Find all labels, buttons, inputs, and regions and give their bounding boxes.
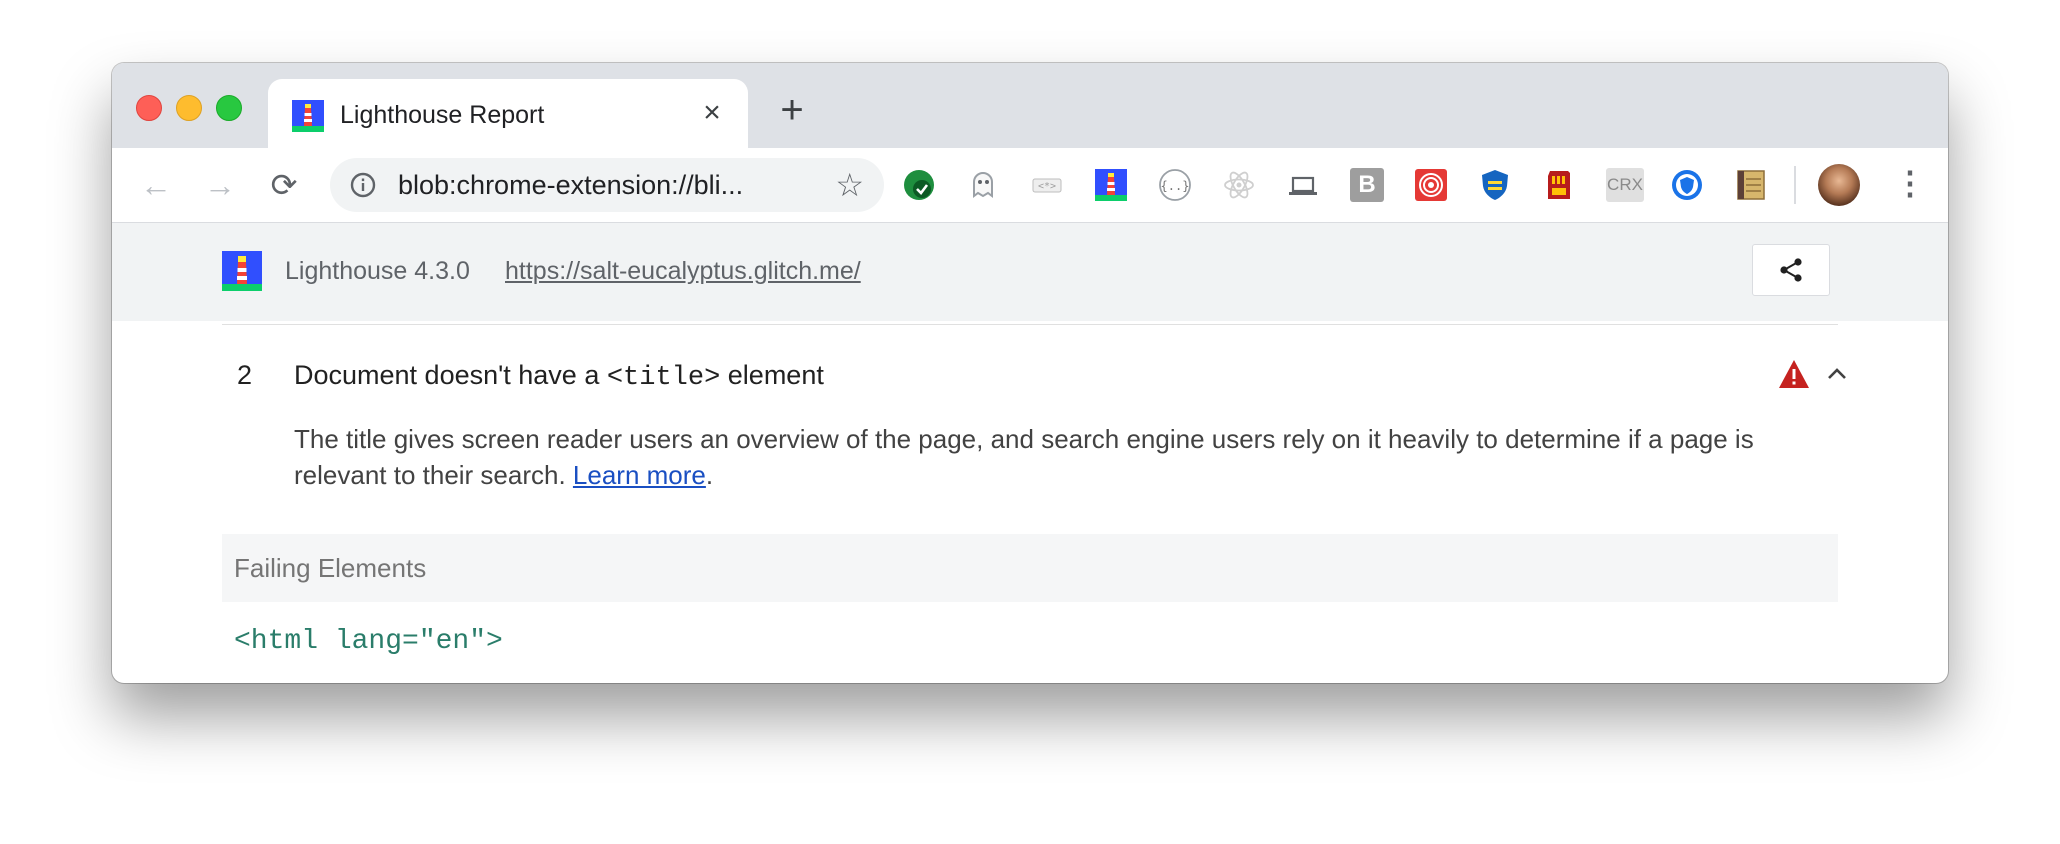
new-tab-button[interactable]: +: [772, 90, 812, 131]
target-extension-icon[interactable]: [1414, 168, 1448, 202]
notes-extension-icon[interactable]: [1734, 168, 1768, 202]
back-button[interactable]: ←: [136, 165, 176, 205]
share-button[interactable]: [1752, 244, 1830, 296]
browser-toolbar: ← → ⟳ blob:chrome-extension://bli... ☆ <…: [112, 148, 1948, 223]
b-extension-icon[interactable]: B: [1350, 168, 1384, 202]
crx-extension-icon[interactable]: CRX: [1606, 168, 1644, 202]
laptop-extension-icon[interactable]: [1286, 168, 1320, 202]
forward-button[interactable]: →: [200, 165, 240, 205]
chevron-up-icon[interactable]: [1824, 361, 1850, 387]
browser-menu-icon[interactable]: ⋮: [1894, 167, 1926, 202]
maximize-window-button[interactable]: [216, 95, 242, 121]
svg-text:<*>: <*>: [1038, 181, 1056, 192]
info-icon[interactable]: [350, 172, 376, 198]
audit-content: 2 Document doesn't have a <title> elemen…: [222, 321, 1846, 683]
shield-extension-icon[interactable]: [1478, 168, 1512, 202]
failing-elements-label: Failing Elements: [234, 553, 427, 583]
address-bar[interactable]: blob:chrome-extension://bli... ☆: [330, 158, 884, 212]
react-extension-icon[interactable]: [1222, 168, 1256, 202]
lighthouse-extension-icon[interactable]: [1094, 168, 1128, 202]
audit-title-before: Document doesn't have a: [294, 360, 607, 390]
sd-card-extension-icon[interactable]: [1542, 168, 1576, 202]
close-tab-icon[interactable]: ×: [696, 97, 728, 129]
lighthouse-version: Lighthouse 4.3.0: [285, 257, 470, 285]
description-period: .: [705, 460, 714, 490]
audit-title[interactable]: Document doesn't have a <title> element: [294, 359, 824, 394]
audit-description-text: The title gives screen reader users an o…: [294, 424, 1754, 490]
svg-text:{..}: {..}: [1161, 179, 1190, 193]
tab-strip: Lighthouse Report × +: [112, 63, 1948, 148]
browser-window: Lighthouse Report × + ← → ⟳ blob:chrome-…: [112, 63, 1948, 683]
failing-elements-header: Failing Elements: [222, 534, 1838, 602]
failing-element-snippet: <html lang="en">: [234, 626, 503, 657]
lighthouse-topbar: Lighthouse 4.3.0 https://salt-eucalyptus…: [112, 223, 1948, 321]
code-extension-icon[interactable]: <*>: [1030, 168, 1064, 202]
audit-divider: [222, 324, 1838, 325]
audit-index: 2: [237, 360, 253, 390]
lighthouse-logo-icon: [222, 251, 262, 291]
warning-icon: [1779, 360, 1809, 388]
url-text: blob:chrome-extension://bli...: [398, 170, 744, 200]
audited-url-link[interactable]: https://salt-eucalyptus.glitch.me/: [505, 255, 861, 287]
toolbar-separator: [1794, 166, 1796, 204]
tab-title: Lighthouse Report: [340, 101, 545, 129]
minimize-window-button[interactable]: [176, 95, 202, 121]
check-extension-icon[interactable]: [902, 168, 936, 202]
privacy-extension-icon[interactable]: [1670, 168, 1704, 202]
reload-button[interactable]: ⟳: [264, 165, 304, 205]
lighthouse-favicon-icon: [292, 100, 324, 132]
share-icon: [1780, 258, 1802, 282]
ghost-extension-icon[interactable]: [966, 168, 1000, 202]
audit-title-after: element: [720, 360, 824, 390]
audit-description: The title gives screen reader users an o…: [294, 421, 1814, 493]
audit-title-code: <title>: [606, 363, 721, 393]
learn-more-link[interactable]: Learn more: [573, 460, 706, 490]
json-extension-icon[interactable]: {..}: [1158, 168, 1192, 202]
tab-lighthouse-report[interactable]: Lighthouse Report ×: [268, 79, 748, 148]
profile-avatar[interactable]: [1818, 164, 1860, 206]
bookmark-star-icon[interactable]: ☆: [835, 168, 864, 202]
close-window-button[interactable]: [136, 95, 162, 121]
